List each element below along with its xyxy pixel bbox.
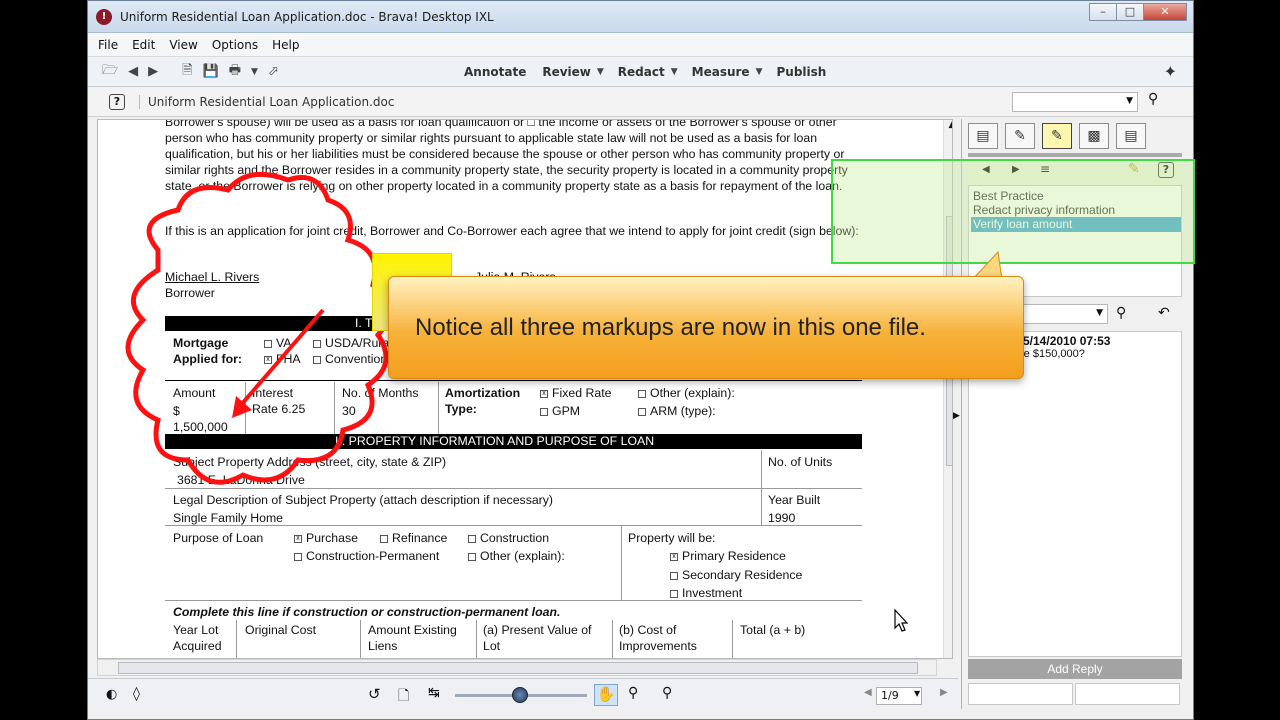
zoom-out-icon[interactable]: ⚲ bbox=[662, 685, 672, 701]
rotate-icon[interactable]: ↺ bbox=[368, 685, 381, 703]
reply-fields bbox=[968, 683, 1182, 705]
page-dropdown-icon[interactable]: ▼ bbox=[914, 689, 920, 698]
tab-list-icon[interactable]: ▤ bbox=[1116, 123, 1146, 149]
zoom-window-icon[interactable]: ⚲ bbox=[628, 685, 638, 701]
maximize-button[interactable]: □ bbox=[1116, 3, 1144, 21]
scroll-up-icon[interactable]: ▲ bbox=[944, 120, 952, 130]
review-dropdown-icon[interactable]: ▼ bbox=[597, 67, 604, 77]
title-bar: ! Uniform Residential Loan Application.d… bbox=[88, 1, 1193, 33]
tab-pen-icon[interactable]: ✎ bbox=[1005, 123, 1035, 149]
forward-icon[interactable]: ▶ bbox=[148, 64, 158, 79]
redact-dropdown-icon[interactable]: ▼ bbox=[671, 67, 678, 77]
document-bar: ? Uniform Residential Loan Application.d… bbox=[88, 87, 1193, 117]
status-bar: ◐ ◊ ↺ 🗋 ↹ ✋ ⚲ ⚲ ◀ 1/9 ▼ ▶ bbox=[88, 678, 958, 710]
tab-comment-icon[interactable]: ▩ bbox=[1079, 123, 1109, 149]
minimize-button[interactable]: – bbox=[1089, 3, 1117, 21]
panel-divider bbox=[968, 153, 1182, 157]
main-toolbar: 🗁 ◀ ▶ 🗎 💾 🖶 ▼ ⬀ Annotate Review ▼ Redact… bbox=[88, 57, 1193, 87]
horizontal-scroll-thumb[interactable] bbox=[118, 662, 918, 674]
contrast-icon[interactable]: ◐ bbox=[106, 687, 117, 702]
open-folder-icon[interactable]: 🗁 bbox=[102, 61, 118, 83]
publish-button[interactable]: Publish bbox=[776, 65, 826, 79]
menu-help[interactable]: Help bbox=[272, 38, 299, 52]
horizontal-scrollbar[interactable] bbox=[97, 659, 937, 676]
menu-options[interactable]: Options bbox=[212, 38, 258, 52]
cloud-markup[interactable] bbox=[98, 120, 943, 659]
comment-thread: m 5/14/2010 07:53 s be $150,000? bbox=[968, 331, 1182, 657]
fit-page-icon[interactable]: 🗋 bbox=[398, 685, 409, 709]
comment-header: m 5/14/2010 07:53 bbox=[1009, 334, 1111, 348]
print-dropdown-icon[interactable]: ▼ bbox=[251, 67, 258, 77]
review-button[interactable]: Review bbox=[542, 65, 591, 79]
close-button[interactable]: ✕ bbox=[1143, 3, 1187, 21]
menu-file[interactable]: File bbox=[98, 38, 118, 52]
zoom-slider-knob[interactable] bbox=[512, 687, 528, 703]
brava-icon: ! bbox=[96, 8, 112, 25]
layers-icon[interactable]: ◊ bbox=[133, 686, 140, 702]
panel-collapse-icon[interactable]: ▶ bbox=[953, 411, 960, 421]
red-arrow-line[interactable] bbox=[238, 308, 325, 408]
document-viewport[interactable]: Borrower's spouse) will be used as a bas… bbox=[97, 119, 953, 659]
back-icon[interactable]: ◀ bbox=[128, 64, 138, 79]
comment-filter-dropdown-icon[interactable]: ▼ bbox=[1096, 308, 1103, 318]
save-icon[interactable]: 💾 bbox=[203, 64, 219, 79]
search-dropdown-icon[interactable]: ▼ bbox=[1126, 96, 1133, 106]
menu-bar: File Edit View Options Help bbox=[88, 33, 1193, 57]
panel-tabs: ▤ ✎ ✎ ▩ ▤ bbox=[968, 123, 1153, 149]
menu-view[interactable]: View bbox=[169, 38, 197, 52]
callout-text: Notice all three markups are now in this… bbox=[415, 314, 926, 341]
tab-markup-icon[interactable]: ✎ bbox=[1042, 123, 1072, 149]
select-cursor-icon[interactable]: ⬀ bbox=[268, 64, 279, 79]
help-icon[interactable]: ? bbox=[109, 93, 125, 110]
redact-button[interactable]: Redact bbox=[618, 65, 665, 79]
tab-properties-icon[interactable]: ▤ bbox=[968, 123, 998, 149]
comment-search-icon[interactable]: ⚲ bbox=[1116, 305, 1126, 321]
red-cloud-shape[interactable] bbox=[125, 171, 392, 485]
window-title: Uniform Residential Loan Application.doc… bbox=[120, 9, 494, 24]
measure-button[interactable]: Measure bbox=[692, 65, 750, 79]
markup-list-highlight bbox=[831, 159, 1195, 264]
fit-width-icon[interactable]: ↹ bbox=[428, 685, 440, 701]
annotate-button[interactable]: Annotate bbox=[464, 65, 526, 79]
measure-dropdown-icon[interactable]: ▼ bbox=[756, 67, 763, 77]
menu-edit[interactable]: Edit bbox=[132, 38, 155, 52]
mouse-cursor-icon bbox=[894, 608, 909, 632]
window-controls: – □ ✕ bbox=[1089, 3, 1187, 21]
document-icon[interactable]: 🗎 bbox=[182, 61, 192, 83]
pan-hand-icon[interactable]: ✋ bbox=[594, 684, 618, 706]
search-icon[interactable]: ⚲ bbox=[1148, 91, 1158, 107]
undo-icon[interactable]: ↶ bbox=[1158, 305, 1170, 321]
tutorial-callout: Notice all three markups are now in this… bbox=[388, 276, 1024, 379]
add-reply-button[interactable]: Add Reply bbox=[968, 659, 1182, 679]
search-input[interactable]: ▼ bbox=[1012, 92, 1138, 112]
next-page-icon[interactable]: ▶ bbox=[940, 687, 948, 698]
print-icon[interactable]: 🖶 bbox=[229, 61, 241, 83]
reply-author-field[interactable] bbox=[968, 683, 1073, 705]
previous-page-icon[interactable]: ◀ bbox=[864, 687, 872, 698]
document-name: Uniform Residential Loan Application.doc bbox=[139, 94, 394, 109]
reply-date-field[interactable] bbox=[1075, 683, 1180, 705]
red-arrow-head bbox=[232, 396, 252, 418]
pin-icon[interactable]: ✦ bbox=[1164, 62, 1177, 81]
